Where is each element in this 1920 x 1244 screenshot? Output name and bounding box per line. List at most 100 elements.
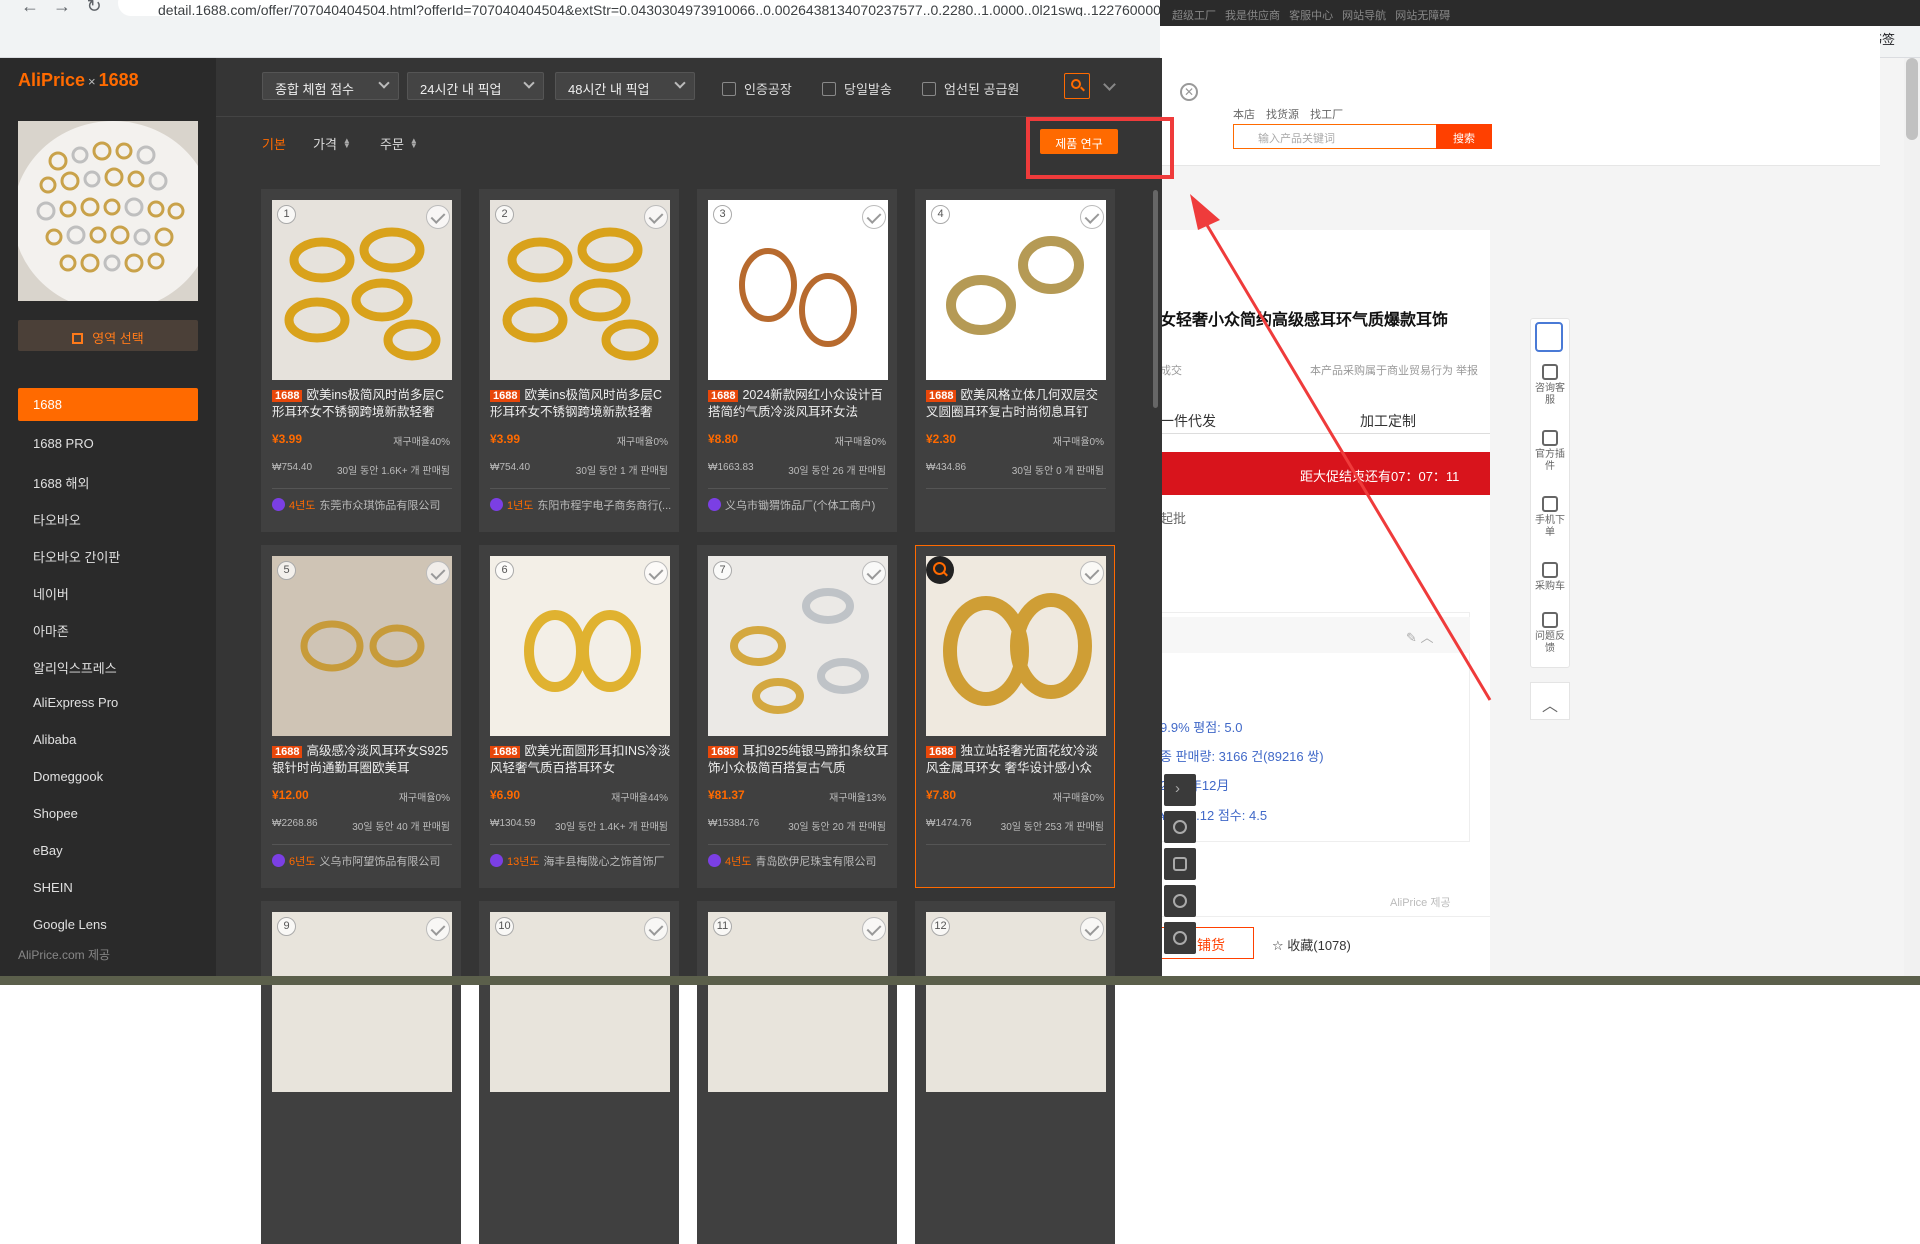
chat-tool-button[interactable] [1164,811,1196,843]
site-topbar[interactable]: 超级工厂 我是供应商 客服中心 网站导航 网站无障碍 [1160,0,1920,26]
product-card[interactable]: 5 1688 高级感冷淡风耳环女S925银针时尚通勤耳圈欧美耳 ¥12.00 재구매율0… [261,545,461,888]
select-checkbox[interactable] [426,205,450,229]
sort-price[interactable]: 가격 ▲ ▼ [313,134,351,153]
source-shein[interactable]: SHEIN [18,869,198,906]
collapse-panel-button[interactable]: › [1164,774,1196,806]
select-checkbox[interactable] [426,917,450,941]
source-amazon[interactable]: 아마존 [18,610,198,647]
translate-icon[interactable] [1535,322,1563,352]
product-title[interactable]: 1688 欧美风格立体几何双层交叉圆圈耳环复古时尚彻息耳钉 [926,387,1108,419]
product-image[interactable] [708,200,888,380]
product-card[interactable]: 6 1688 欧美光面圆形耳扣INS冷淡风轻奢气质百搭耳环女 ¥6.90 재구매율44%… [479,545,679,888]
settings-tool-button[interactable] [1164,922,1196,954]
source-taobao[interactable]: 타오바오 [18,499,198,536]
product-title[interactable]: 1688 2024新款网红小众设计百搭简约气质冷淡风耳环女法 [708,387,890,419]
share-tool-button[interactable] [1164,885,1196,917]
rail-customer-service[interactable]: 咨询客服 [1534,364,1566,407]
search-image-thumbnail[interactable] [18,121,198,301]
product-title[interactable]: 1688 欧美ins极简风时尚多层C形耳环女不锈钢跨境新款轻奢 [490,387,672,419]
product-card[interactable]: 10 [479,901,679,1244]
edit-tool-button[interactable] [1164,848,1196,880]
pickup48-dropdown[interactable]: 48시간 내 픽업 [555,72,695,100]
select-checkbox[interactable] [644,561,668,585]
panel-scrollbar[interactable] [1153,190,1158,408]
product-card[interactable]: 7 1688 耳扣925纯银马蹄扣条纹耳饰小众极简百搭复古气质 ¥81.37 재구매율1… [697,545,897,888]
product-card[interactable]: 81688独立站轻奢光面花纹冷淡风金属耳环女 奢华设计感小众¥7.80재구매율0… [915,545,1115,888]
product-title[interactable]: 1688 欧美光面圆形耳扣INS冷淡风轻奢气质百搭耳环女 [490,743,672,775]
source-domeggook[interactable]: Domeggook [18,758,198,795]
supplier-link[interactable]: 义乌市锄猬饰品厂(个体工商户) [708,497,890,513]
select-checkbox[interactable] [1080,561,1104,585]
source-naver[interactable]: 네이버 [18,573,198,610]
region-select-button[interactable]: 영역 선택 [18,320,198,351]
rail-mobile-order[interactable]: 手机下单 [1534,496,1566,539]
score-dropdown[interactable]: 종합 체험 점수 [262,72,399,100]
favorite-button[interactable]: ☆ 收藏(1078) [1272,935,1351,954]
product-image[interactable] [708,556,888,736]
source-ebay[interactable]: eBay [18,832,198,869]
source-google-lens[interactable]: Google Lens [18,906,198,943]
product-card[interactable]: 2 1688 欧美ins极简风时尚多层C形耳环女不锈钢跨境新款轻奢 ¥3.99 재구매율… [479,189,679,532]
sort-basic[interactable]: 기본 [262,134,286,153]
forward-icon[interactable]: → [52,0,72,17]
product-title[interactable]: 1688 耳扣925纯银马蹄扣条纹耳饰小众极简百搭复古气质 [708,743,890,775]
reload-icon[interactable]: ↻ [84,0,104,17]
product-card[interactable]: 9 [261,901,461,1244]
sort-order[interactable]: 주문 ▲ ▼ [380,134,418,153]
source-taobao-lite[interactable]: 타오바오 간이판 [18,536,198,573]
product-title[interactable]: 1688 独立站轻奢光面花纹冷淡风金属耳环女 奢华设计感小众 [926,743,1108,775]
close-icon[interactable]: ✕ [1180,83,1198,101]
source-1688-pro[interactable]: 1688 PRO [18,425,198,462]
product-image[interactable] [272,556,452,736]
back-to-top-button[interactable]: ︿ [1530,682,1570,720]
source-shopee[interactable]: Shopee [18,795,198,832]
checkbox-selected-supplier[interactable]: 엄선된 공급원 [922,79,1019,98]
product-card[interactable]: 3 1688 2024新款网红小众设计百搭简约气质冷淡风耳环女法 ¥8.80 재구매율0… [697,189,897,532]
select-checkbox[interactable] [862,205,886,229]
select-checkbox[interactable] [862,917,886,941]
rail-cart[interactable]: 采购车 [1534,562,1566,593]
product-card[interactable]: 11 [697,901,897,1244]
supplier-link[interactable]: 13년도 海丰县梅陇心之饰首饰厂 [490,853,672,869]
source-aliexpress[interactable]: 알리익스프레스 [18,647,198,684]
source-aliexpress-pro[interactable]: AliExpress Pro [18,684,198,721]
select-checkbox[interactable] [426,561,450,585]
product-card[interactable]: 4 1688 欧美风格立体几何双层交叉圆圈耳环复古时尚彻息耳钉 ¥2.30 재구매율0%… [915,189,1115,532]
product-image[interactable] [490,556,670,736]
search-filter-button[interactable] [1064,73,1090,99]
supplier-link[interactable]: 6년도 义乌市阿望饰品有限公司 [272,853,454,869]
page-scroll-thumb[interactable] [1906,58,1918,140]
product-image[interactable] [926,200,1106,380]
select-checkbox[interactable] [1080,205,1104,229]
site-search-button[interactable]: 搜索 [1436,124,1492,149]
select-checkbox[interactable] [862,561,886,585]
page-scrollbar[interactable] [1904,58,1920,985]
supplier-link[interactable]: 1년도 东阳市程宇电子商务商行(... [490,497,672,513]
rail-feedback[interactable]: 问题反馈 [1534,612,1566,655]
search-icon[interactable] [926,556,954,584]
checkbox-certified-factory[interactable]: 인증공장 [722,79,792,98]
product-title[interactable]: 1688 高级感冷淡风耳环女S925银针时尚通勤耳圈欧美耳 [272,743,454,775]
product-image[interactable] [272,912,452,1092]
product-image[interactable] [490,912,670,1092]
product-image[interactable] [926,912,1106,1092]
select-checkbox[interactable] [644,205,668,229]
back-icon[interactable]: ← [20,0,40,17]
source-1688[interactable]: 1688 [18,388,198,421]
product-image[interactable] [926,556,1106,736]
product-card[interactable]: 12 [915,901,1115,1244]
product-image[interactable] [708,912,888,1092]
supplier-link[interactable]: 4년도 东莞市众琪饰品有限公司 [272,497,454,513]
rail-plugin[interactable]: 官方插件 [1534,430,1566,473]
select-checkbox[interactable] [1080,917,1104,941]
select-checkbox[interactable] [644,917,668,941]
pickup24-dropdown[interactable]: 24시간 내 픽업 [407,72,544,100]
source-alibaba[interactable]: Alibaba [18,721,198,758]
product-card[interactable]: 1 1688 欧美ins极简风时尚多层C形耳环女不锈钢跨境新款轻奢 ¥3.99 재구매율… [261,189,461,532]
product-image[interactable] [490,200,670,380]
source-1688-overseas[interactable]: 1688 해외 [18,462,198,499]
checkbox-same-day[interactable]: 당일발송 [822,79,892,98]
product-image[interactable] [272,200,452,380]
site-header-links[interactable]: 本店 找货源 找工厂 [1233,106,1343,122]
supplier-link[interactable]: 4년도 青岛欧伊尼珠宝有限公司 [708,853,890,869]
